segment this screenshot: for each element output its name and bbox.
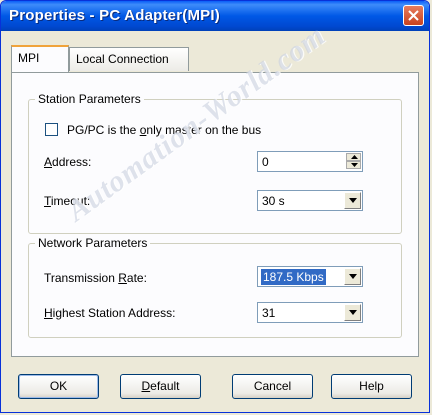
ok-button[interactable]: OK bbox=[18, 374, 99, 399]
transmission-rate-dropdown-button[interactable] bbox=[344, 268, 361, 285]
close-button[interactable] bbox=[403, 5, 424, 26]
highest-station-address-dropdown-button[interactable] bbox=[344, 304, 361, 321]
timeout-label: Timeout: bbox=[44, 194, 91, 208]
only-master-label[interactable]: PG/PC is the only master on the bus bbox=[67, 123, 261, 137]
network-parameters-group: Network Parameters Transmission Rate: 18… bbox=[28, 236, 402, 338]
address-value: 0 bbox=[262, 155, 269, 169]
cancel-button[interactable]: Cancel bbox=[232, 374, 313, 399]
properties-dialog: Properties - PC Adapter(MPI) MPI Local C… bbox=[0, 0, 430, 413]
tab-local-connection[interactable]: Local Connection bbox=[69, 47, 189, 71]
only-master-checkbox[interactable] bbox=[45, 123, 58, 136]
highest-station-address-label: Highest Station Address: bbox=[44, 306, 176, 320]
transmission-rate-label: Transmission Rate: bbox=[44, 271, 147, 285]
highest-station-address-select[interactable]: 31 bbox=[257, 302, 363, 323]
spin-up-button[interactable] bbox=[346, 153, 361, 161]
help-button[interactable]: Help bbox=[331, 374, 412, 399]
timeout-value: 30 s bbox=[262, 194, 285, 208]
transmission-rate-value: 187.5 Kbps bbox=[261, 269, 326, 285]
address-spin[interactable] bbox=[346, 153, 361, 170]
spin-down-button[interactable] bbox=[346, 161, 361, 169]
title-bar[interactable]: Properties - PC Adapter(MPI) bbox=[1, 1, 429, 31]
tab-local-connection-label: Local Connection bbox=[76, 52, 169, 66]
address-stepper[interactable]: 0 bbox=[257, 151, 363, 172]
station-parameters-group: Station Parameters PG/PC is the only mas… bbox=[28, 92, 402, 234]
transmission-rate-select[interactable]: 187.5 Kbps bbox=[257, 266, 363, 287]
tab-mpi[interactable]: MPI bbox=[11, 45, 69, 72]
address-label: Address: bbox=[44, 155, 92, 169]
tab-panel-mpi: Station Parameters PG/PC is the only mas… bbox=[11, 72, 419, 357]
station-parameters-title: Station Parameters bbox=[35, 92, 144, 106]
window-title: Properties - PC Adapter(MPI) bbox=[9, 7, 220, 24]
timeout-dropdown-button[interactable] bbox=[344, 192, 361, 209]
highest-station-address-value: 31 bbox=[262, 306, 276, 320]
tab-mpi-label: MPI bbox=[18, 51, 40, 65]
network-parameters-title: Network Parameters bbox=[35, 236, 151, 250]
timeout-select[interactable]: 30 s bbox=[257, 190, 363, 211]
default-button[interactable]: Default bbox=[120, 374, 201, 399]
